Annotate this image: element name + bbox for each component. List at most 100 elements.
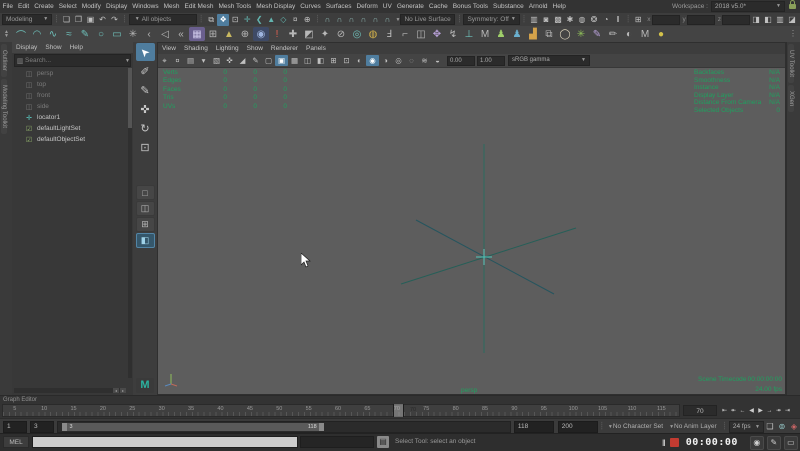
attribute-editor-toggle-icon[interactable]: ◨: [750, 14, 762, 26]
live-surface-field[interactable]: No Live Surface: [400, 14, 456, 25]
ik-handle-tool[interactable]: Ⅎ: [381, 27, 397, 41]
menu-item[interactable]: Create: [32, 0, 57, 13]
workspace-controls-icon[interactable]: ◪: [786, 14, 798, 26]
outliner-item[interactable]: ◫ persp: [12, 68, 133, 79]
menu-item[interactable]: Bonus Tools: [450, 0, 490, 13]
preserve-children-icon[interactable]: ▲: [265, 14, 277, 26]
shelf-overflow-icon[interactable]: ⋮: [789, 29, 797, 38]
viewport-panel[interactable]: View Shading Lighting Show Renderer Panels ⌖ ¤…: [157, 42, 786, 395]
hypershade-icon[interactable]: ◍: [576, 14, 588, 26]
layout-outliner-persp-button[interactable]: ◧: [135, 233, 155, 248]
menu-item[interactable]: Help: [66, 44, 87, 51]
snap-to-view-planes-icon[interactable]: ∩: [369, 14, 381, 26]
new-scene-icon[interactable]: ❏: [60, 14, 72, 26]
ep-curve-tool[interactable]: ≈: [61, 27, 77, 41]
workspace-select[interactable]: 2018 v5.0* ▼: [711, 1, 785, 12]
sphere-preset-tool[interactable]: ●: [653, 27, 669, 41]
redo-icon[interactable]: ↷: [108, 14, 120, 26]
step-forward-key-button[interactable]: ↠: [774, 404, 783, 417]
cv-curve-tool[interactable]: ∿: [45, 27, 61, 41]
move-tool[interactable]: ✜: [136, 100, 155, 118]
mirror-joint-tool[interactable]: ◫: [413, 27, 429, 41]
animation-start-input[interactable]: 1: [3, 420, 27, 433]
paint-effects-brush-tool[interactable]: ✎: [589, 27, 605, 41]
menu-item[interactable]: Display: [103, 0, 129, 13]
outliner-item[interactable]: ✛ locator1: [12, 112, 133, 123]
select-by-hierarchy-icon[interactable]: ⧉: [205, 14, 217, 26]
grid-coords-icon[interactable]: ⊞: [632, 14, 644, 26]
graph-editor-bar[interactable]: Graph Editor: [0, 395, 800, 403]
select-by-object-icon[interactable]: ❖: [217, 13, 230, 26]
detach-curves-tool[interactable]: ◁: [157, 27, 173, 41]
outliner-item[interactable]: ◫ front: [12, 90, 133, 101]
menu-item[interactable]: Show: [41, 44, 65, 51]
panel-tab[interactable]: Outliner: [1, 44, 7, 78]
nurbs-circle-tool[interactable]: ○: [93, 27, 109, 41]
menu-item[interactable]: Mesh Display: [254, 0, 298, 13]
pause-icon[interactable]: ‖: [662, 438, 666, 448]
menu-item[interactable]: Help: [550, 0, 568, 13]
go-to-start-button[interactable]: ⇤: [720, 404, 729, 417]
tool-settings-toggle-icon[interactable]: ◧: [762, 14, 774, 26]
annotate-pencil-icon[interactable]: ✎: [766, 435, 781, 450]
shelf-tabs-toggle-icon[interactable]: ▲ ▼: [2, 30, 11, 39]
yin-yang-tool[interactable]: ◐: [621, 27, 637, 41]
lasso-tool[interactable]: ✐: [136, 62, 155, 80]
layout-four-panes-button[interactable]: ⊞: [135, 217, 155, 232]
outliner-search-input[interactable]: ▥ Search... ▼: [14, 54, 131, 67]
pause-viewport-icon[interactable]: ‖: [612, 14, 624, 26]
scale-tool[interactable]: ⊡: [136, 138, 155, 156]
cluster-handle-tool[interactable]: ◍: [365, 27, 381, 41]
two-point-arc-tool[interactable]: ⌒: [13, 27, 29, 42]
menu-item[interactable]: Generate: [394, 0, 426, 13]
coordinate-input[interactable]: [651, 14, 680, 25]
snap-to-grids-icon[interactable]: ∩: [321, 14, 333, 26]
menu-item[interactable]: File: [0, 0, 15, 13]
range-handle-end[interactable]: [318, 422, 324, 431]
mel-toggle-button[interactable]: MEL: [3, 436, 29, 448]
range-handle-start[interactable]: [62, 422, 68, 431]
soft-select-icon[interactable]: ✛: [241, 14, 253, 26]
reflection-icon[interactable]: ❮: [253, 14, 265, 26]
outliner-vertical-scrollbar[interactable]: [128, 68, 132, 378]
outliner-item[interactable]: ◫ side: [12, 101, 133, 112]
mash-editor-tool[interactable]: M: [477, 27, 493, 41]
track-selection-icon[interactable]: ⊕: [301, 14, 313, 26]
menu-item[interactable]: Deform: [354, 0, 380, 13]
lattice-tool[interactable]: ⊞: [205, 27, 221, 41]
workspace-lock-icon[interactable]: [789, 0, 796, 9]
menu-item[interactable]: Surfaces: [323, 0, 354, 13]
layout-single-pane-button[interactable]: □: [135, 185, 155, 200]
bonus-grid-tool[interactable]: ▦: [189, 27, 205, 41]
trs-node-tool[interactable]: ♟: [493, 27, 509, 41]
xgen-egg-tool[interactable]: ◯: [557, 27, 573, 41]
camera-capture-icon[interactable]: ◉: [749, 435, 764, 450]
rotate-tool[interactable]: ↻: [136, 119, 155, 137]
mp-node-tool[interactable]: ♟: [509, 27, 525, 41]
wrap-deformer-tool[interactable]: ⊕: [237, 27, 253, 41]
menu-item[interactable]: Mesh: [161, 0, 182, 13]
lattice-pair-tool[interactable]: ⧉: [541, 27, 557, 41]
coordinate-input[interactable]: [686, 14, 715, 25]
xgen-plant-tool[interactable]: ✳: [573, 27, 589, 41]
render-view-icon[interactable]: ▥: [528, 14, 540, 26]
joint-tool[interactable]: ⌐: [397, 27, 413, 41]
snap-to-projected-center-icon[interactable]: ∩: [357, 14, 369, 26]
profiler-tool[interactable]: ▟: [525, 27, 541, 41]
menu-item[interactable]: UV: [380, 0, 394, 13]
outliner-item[interactable]: ◫ top: [12, 79, 133, 90]
panel-tab[interactable]: UV Toolkit: [788, 44, 794, 83]
timeline-ruler[interactable]: 5 10 15 20 25 30 35 40 45 50 55 60 65 70 75 80 85 90 95 100…: [2, 404, 680, 417]
speech-bubble-icon[interactable]: ❑: [764, 421, 776, 433]
playback-start-input[interactable]: 3: [29, 420, 54, 433]
blend-shape-tool[interactable]: ◩: [301, 27, 317, 41]
pencil-curve-tool[interactable]: ✎: [77, 27, 93, 41]
playback-end-input[interactable]: 118: [513, 420, 554, 433]
script-editor-icon[interactable]: ▤: [377, 436, 389, 448]
scroll-left-icon[interactable]: ◂: [113, 388, 119, 393]
render-setup-icon[interactable]: ◔: [600, 14, 612, 26]
mash-m-tool[interactable]: M: [637, 27, 653, 41]
record-stop-icon[interactable]: [669, 438, 679, 447]
mash-network-tool[interactable]: ⊥: [461, 27, 477, 41]
display-monitor-icon[interactable]: ▭: [783, 435, 798, 450]
